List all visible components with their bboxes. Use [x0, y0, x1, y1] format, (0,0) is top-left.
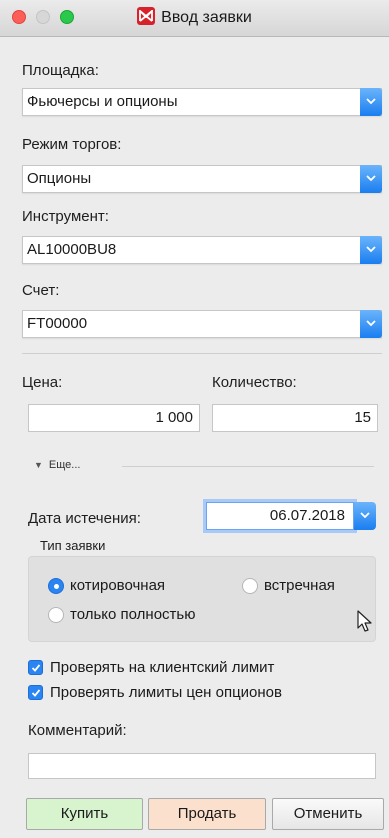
- radio-selected-icon: [48, 578, 64, 594]
- check-option-price-limits-label: Проверять лимиты цен опционов: [50, 684, 282, 701]
- radio-unselected-icon: [242, 578, 258, 594]
- venue-value: Фьючерсы и опционы: [27, 93, 178, 110]
- comment-input[interactable]: [28, 753, 376, 779]
- instrument-label: Инструмент:: [22, 208, 109, 225]
- window-title-wrap: Ввод заявки: [0, 0, 389, 36]
- quantity-label: Количество:: [212, 374, 297, 391]
- check-client-limit-label: Проверять на клиентский лимит: [50, 659, 275, 676]
- separator: [122, 466, 374, 467]
- buy-button[interactable]: Купить: [26, 798, 143, 830]
- radio-unselected-icon: [48, 607, 64, 623]
- price-input[interactable]: 1 000: [28, 404, 200, 432]
- radio-quote-label: котировочная: [70, 577, 166, 594]
- order-type-label: Тип заявки: [40, 538, 106, 553]
- price-label: Цена:: [22, 374, 63, 391]
- chevron-down-icon[interactable]: [360, 310, 382, 338]
- disclosure-triangle-icon: ▼: [34, 460, 43, 470]
- order-entry-window: Ввод заявки Площадка: Фьючерсы и опционы…: [0, 0, 389, 838]
- checkbox-checked-icon: [28, 660, 43, 675]
- instrument-select[interactable]: AL10000BU8: [22, 236, 382, 264]
- mode-select[interactable]: Опционы: [22, 165, 382, 193]
- window-title: Ввод заявки: [161, 9, 252, 26]
- more-disclosure[interactable]: ▼ Еще...: [34, 459, 80, 471]
- order-type-group: [28, 556, 376, 642]
- radio-fill-or-kill-label: только полностью: [70, 606, 196, 623]
- chevron-down-icon[interactable]: [360, 88, 382, 116]
- instrument-value: AL10000BU8: [27, 241, 117, 258]
- venue-label: Площадка:: [22, 62, 99, 79]
- venue-select[interactable]: Фьючерсы и опционы: [22, 88, 382, 116]
- account-select[interactable]: FT00000: [22, 310, 382, 338]
- chevron-down-icon[interactable]: [360, 236, 382, 264]
- chevron-down-icon[interactable]: [360, 165, 382, 193]
- app-logo-icon: [137, 7, 156, 25]
- cancel-button[interactable]: Отменить: [272, 798, 384, 830]
- more-label: Еще...: [48, 459, 81, 471]
- separator: [22, 353, 382, 354]
- quantity-input[interactable]: 15: [212, 404, 378, 432]
- chevron-down-icon[interactable]: [354, 502, 376, 530]
- checkbox-checked-icon: [28, 685, 43, 700]
- title-bar: Ввод заявки: [0, 0, 389, 37]
- mouse-pointer-icon: [357, 610, 373, 639]
- mode-value: Опционы: [27, 170, 92, 187]
- account-value: FT00000: [27, 315, 88, 332]
- radio-counter-label: встречная: [264, 577, 335, 594]
- account-label: Счет:: [22, 282, 60, 299]
- mode-label: Режим торгов:: [22, 136, 122, 153]
- expiry-date-input[interactable]: 06.07.2018: [206, 502, 354, 530]
- sell-button[interactable]: Продать: [148, 798, 266, 830]
- comment-label: Комментарий:: [28, 722, 127, 739]
- expiry-label: Дата истечения:: [28, 510, 141, 527]
